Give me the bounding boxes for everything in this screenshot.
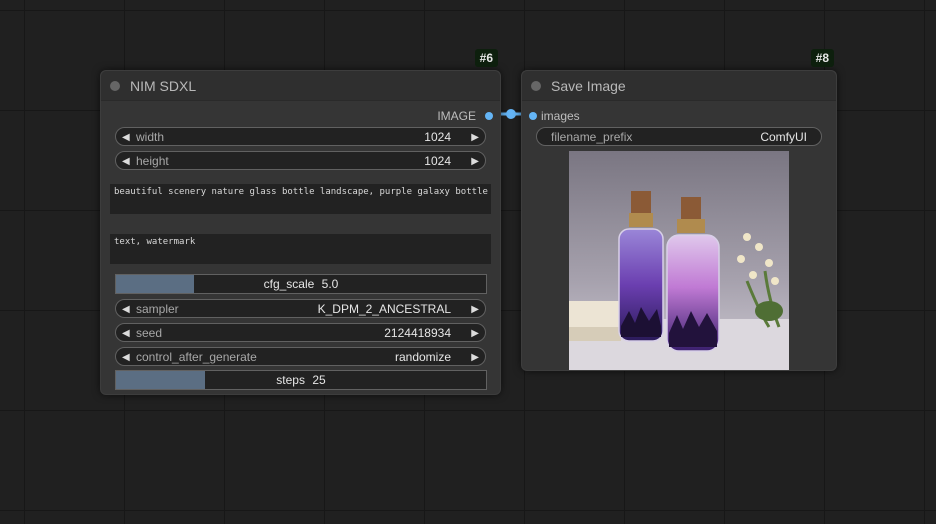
- control-after-generate-widget[interactable]: ◀ control_after_generate randomize ▶: [115, 347, 486, 366]
- output-dot-icon[interactable]: [485, 112, 493, 120]
- node-title: NIM SDXL: [130, 78, 197, 94]
- input-dot-icon[interactable]: [529, 112, 537, 120]
- widget-label: filename_prefix: [551, 130, 633, 144]
- image-preview[interactable]: [569, 151, 789, 370]
- widget-label: seed: [136, 326, 163, 340]
- cfg-scale-slider[interactable]: cfg_scale 5.0: [115, 274, 487, 294]
- height-widget[interactable]: ◀ height 1024 ▶: [115, 151, 486, 170]
- seed-widget[interactable]: ◀ seed 2124418934 ▶: [115, 323, 486, 342]
- increment-arrow-icon[interactable]: ▶: [471, 152, 479, 171]
- decrement-arrow-icon[interactable]: ◀: [122, 324, 130, 343]
- node-id-badge: #8: [810, 49, 834, 67]
- collapse-dot-icon[interactable]: [531, 81, 541, 91]
- slider-fill: [116, 371, 205, 389]
- sampler-widget[interactable]: ◀ sampler K_DPM_2_ANCESTRAL ▶: [115, 299, 486, 318]
- decrement-arrow-icon[interactable]: ◀: [122, 348, 130, 367]
- input-label: images: [541, 109, 580, 123]
- node-header[interactable]: Save Image: [522, 71, 836, 101]
- widget-value: randomize: [394, 350, 451, 364]
- widget-label: height: [136, 154, 169, 168]
- positive-prompt-textarea[interactable]: beautiful scenery nature glass bottle la…: [110, 184, 491, 214]
- preview-image: [569, 151, 789, 370]
- increment-arrow-icon[interactable]: ▶: [471, 324, 479, 343]
- decrement-arrow-icon[interactable]: ◀: [122, 300, 130, 319]
- decrement-arrow-icon[interactable]: ◀: [122, 128, 130, 147]
- slider-label: cfg_scale: [263, 277, 315, 291]
- node-title: Save Image: [551, 78, 626, 94]
- node-id-badge: #6: [474, 49, 498, 67]
- widget-label: control_after_generate: [136, 350, 257, 364]
- negative-prompt-textarea[interactable]: text, watermark: [110, 234, 491, 264]
- increment-arrow-icon[interactable]: ▶: [471, 300, 479, 319]
- widget-value: ComfyUI: [760, 130, 807, 144]
- output-label: IMAGE: [437, 109, 476, 123]
- increment-arrow-icon[interactable]: ▶: [471, 348, 479, 367]
- slider-value: 5.0: [321, 277, 339, 291]
- steps-slider[interactable]: steps 25: [115, 370, 487, 390]
- slider-label: steps: [276, 373, 305, 387]
- output-slot-image[interactable]: IMAGE: [394, 108, 494, 124]
- widget-label: sampler: [136, 302, 179, 316]
- widget-label: width: [136, 130, 165, 144]
- input-slot-images[interactable]: images: [528, 108, 628, 124]
- nim-sdxl-node[interactable]: #6 NIM SDXL IMAGE ◀ width 1024 ▶ ◀ heigh…: [100, 49, 501, 395]
- decrement-arrow-icon[interactable]: ◀: [122, 152, 130, 171]
- widget-value: 1024: [424, 154, 451, 168]
- widget-value: 2124418934: [384, 326, 451, 340]
- slider-fill: [116, 275, 194, 293]
- increment-arrow-icon[interactable]: ▶: [471, 128, 479, 147]
- filename-prefix-widget[interactable]: filename_prefix ComfyUI: [536, 127, 822, 146]
- collapse-dot-icon[interactable]: [110, 81, 120, 91]
- width-widget[interactable]: ◀ width 1024 ▶: [115, 127, 486, 146]
- node-header[interactable]: NIM SDXL: [101, 71, 500, 101]
- widget-value: K_DPM_2_ANCESTRAL: [317, 302, 451, 316]
- slider-value: 25: [312, 373, 326, 387]
- widget-value: 1024: [424, 130, 451, 144]
- save-image-node[interactable]: #8 Save Image images filename_prefix Com…: [521, 49, 837, 371]
